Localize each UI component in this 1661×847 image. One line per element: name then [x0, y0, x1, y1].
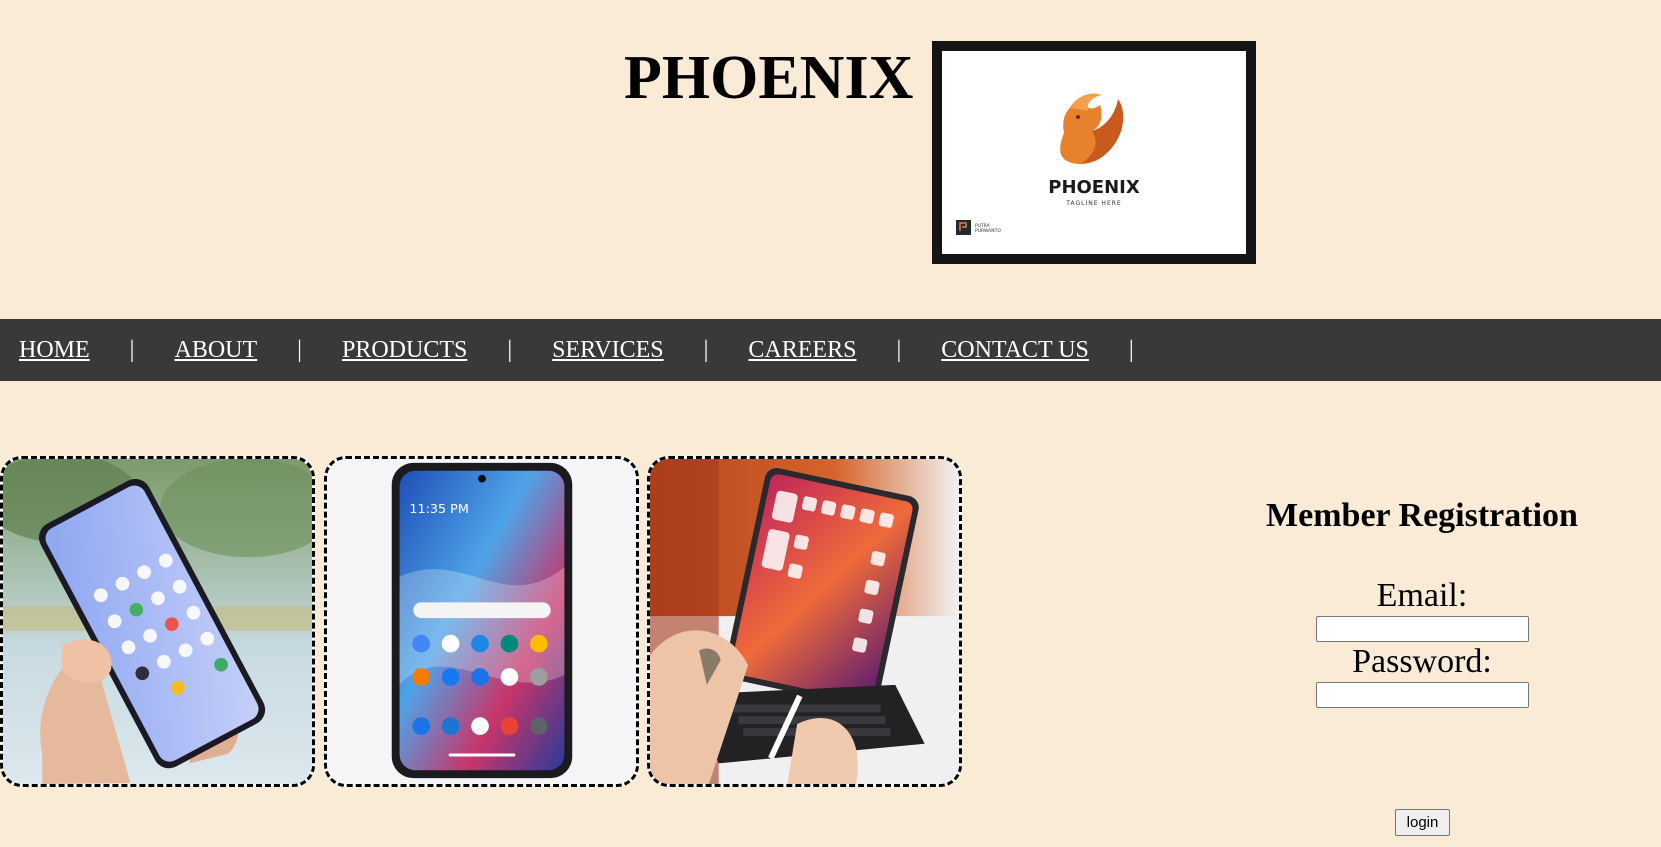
main-navbar: HOME | ABOUT | PRODUCTS | SERVICES | CAR…	[0, 319, 1661, 381]
phoenix-bird-icon	[1060, 93, 1124, 165]
nav-separator: |	[129, 336, 135, 363]
smartphone-in-hand-photo-icon	[3, 459, 312, 784]
nav-separator: |	[507, 336, 513, 363]
product-card-phone-front: 11:35 PM	[324, 456, 639, 787]
phoenix-logo: PHOENIX TAGLINE HERE PUTRA PURWANTO	[932, 41, 1256, 264]
logo-tagline-text: TAGLINE HERE	[1065, 200, 1121, 207]
logo-brand-text: PHOENIX	[1048, 177, 1140, 198]
password-field[interactable]	[1315, 682, 1529, 708]
nav-separator: |	[297, 336, 302, 363]
email-label: Email:	[1376, 577, 1468, 614]
nav-contact-us[interactable]: CONTACT US	[941, 337, 1089, 364]
email-field[interactable]	[1315, 616, 1529, 642]
product-card-phone-in-hand	[0, 456, 315, 787]
logo-credit-line-2: PURWANTO	[975, 228, 1001, 234]
smartphone-front-photo-icon: 11:35 PM	[327, 459, 636, 784]
phoenix-logo-image: PHOENIX TAGLINE HERE PUTRA PURWANTO	[956, 93, 1140, 235]
site-title: PHOENIX	[624, 44, 914, 112]
nav-separator: |	[1128, 336, 1134, 363]
tablet-with-keyboard-photo-icon	[650, 459, 959, 784]
phone-clock-text: 11:35 PM	[409, 502, 468, 517]
member-registration-form: Member Registration Email: Password:	[1222, 490, 1622, 708]
login-button[interactable]: login	[1395, 809, 1450, 836]
nav-about[interactable]: ABOUT	[174, 337, 257, 364]
password-label: Password:	[1352, 643, 1492, 680]
nav-careers[interactable]: CAREERS	[748, 337, 856, 364]
nav-home[interactable]: HOME	[19, 337, 90, 364]
nav-separator: |	[896, 336, 902, 363]
nav-separator: |	[703, 336, 709, 363]
registration-title: Member Registration	[1266, 497, 1578, 534]
nav-services[interactable]: SERVICES	[552, 337, 663, 364]
product-card-tablet	[647, 456, 962, 787]
nav-products[interactable]: PRODUCTS	[342, 337, 467, 364]
